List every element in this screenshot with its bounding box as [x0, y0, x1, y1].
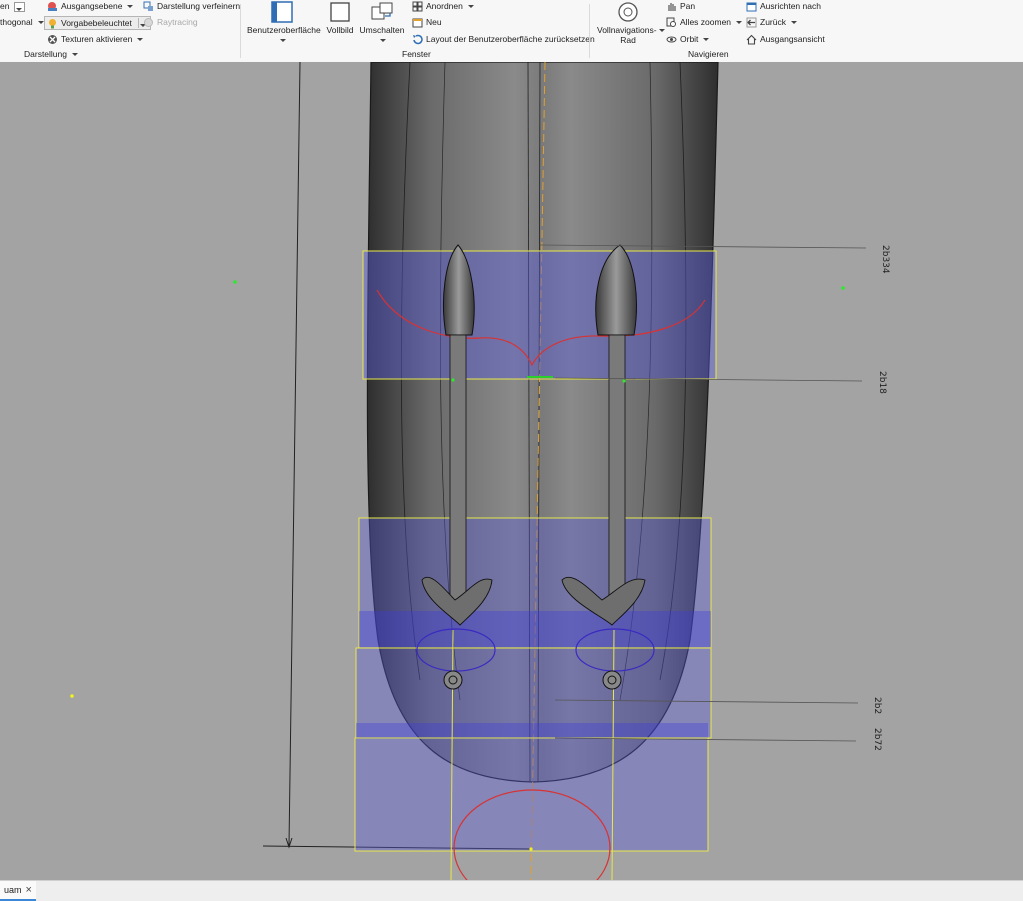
ausrichten-nach-button[interactable]: Ausrichten nach — [746, 1, 821, 12]
lighting-dropdown[interactable]: Vorgabebeleuchtet — [44, 16, 151, 30]
dimension-label[interactable]: 2b334 — [880, 245, 890, 274]
orbit-icon — [666, 36, 677, 43]
layout-reset-button[interactable]: Layout der Benutzeroberfläche zurücksetz… — [412, 34, 595, 45]
home-icon — [746, 34, 757, 45]
ausgangsansicht-label: Ausgangsansicht — [760, 34, 825, 44]
orbit-button[interactable]: Orbit — [666, 34, 710, 45]
light-bulb-icon — [49, 18, 56, 28]
sketch-point[interactable] — [70, 694, 74, 698]
graphics-viewport[interactable]: 2b334 2b18 2b2 2b72 — [0, 62, 1023, 880]
ribbon-item-cut[interactable]: en — [0, 1, 26, 12]
refine-display-icon — [143, 1, 153, 11]
sketch-point[interactable] — [622, 379, 626, 383]
dimension-label[interactable]: 2b18 — [877, 371, 887, 394]
pan-button[interactable]: Pan — [666, 1, 695, 12]
zoom-all-icon — [666, 17, 676, 27]
selection-band — [356, 723, 708, 739]
ausgangsansicht-button[interactable]: Ausgangsansicht — [746, 34, 825, 45]
ribbon-separator — [589, 4, 590, 58]
darstellung-verfeinern-label: Darstellung verfeinern — [157, 1, 241, 11]
texturen-label: Texturen aktivieren — [61, 34, 133, 44]
lighting-label: Vorgabebeleuchtet — [61, 17, 132, 28]
benutzeroberflaeche-button[interactable]: Benutzeroberfläche — [247, 1, 321, 45]
raytracing-label: Raytracing — [157, 17, 198, 27]
alles-zoomen-label: Alles zoomen — [680, 17, 732, 27]
group-darstellung-label: Darstellung — [24, 49, 67, 59]
fin-left-bolt[interactable] — [443, 670, 463, 690]
group-navigieren: Navigieren — [688, 49, 729, 59]
projection-dropdown[interactable]: thogonal — [0, 17, 44, 28]
ausgangsebene-label: Ausgangsebene — [61, 1, 123, 11]
zurueck-button[interactable]: Zurück — [746, 17, 797, 28]
neu-button[interactable]: Neu — [412, 17, 442, 28]
projection-label: thogonal — [0, 17, 33, 27]
document-tab-label: uam — [4, 885, 22, 895]
dimension-label[interactable]: 2b72 — [872, 728, 882, 751]
layout-reset-label: Layout der Benutzeroberfläche zurücksetz… — [426, 34, 595, 44]
ribbon: en Ausgangsebene Darstellung verfeinern … — [0, 0, 1023, 63]
close-icon[interactable]: × — [26, 884, 32, 896]
alles-zoomen-button[interactable]: Alles zoomen — [666, 17, 743, 28]
ausgangsebene-button[interactable]: Ausgangsebene — [47, 1, 134, 12]
darstellung-verfeinern-button[interactable]: Darstellung verfeinern — [143, 1, 240, 12]
orbit-label: Orbit — [680, 34, 699, 44]
umschalten-label: Umschalten — [359, 25, 405, 35]
dropdown-box[interactable] — [14, 1, 26, 12]
pan-hand-icon — [668, 3, 676, 11]
vollnavigationsrad-label-1: Vollnavigations- — [597, 25, 657, 35]
reset-layout-icon — [413, 34, 423, 45]
benutzeroberflaeche-label: Benutzeroberfläche — [247, 25, 321, 35]
ausrichten-nach-label: Ausrichten nach — [760, 1, 821, 11]
texturen-button[interactable]: Texturen aktivieren — [47, 34, 144, 45]
model-canvas[interactable]: 2b334 2b18 2b2 2b72 — [0, 62, 1023, 880]
umschalten-button[interactable]: Umschalten — [359, 1, 405, 45]
group-navigieren-label: Navigieren — [688, 49, 729, 59]
pan-label: Pan — [680, 1, 696, 11]
selection-box-bottom[interactable] — [354, 737, 709, 852]
texture-icon — [48, 35, 57, 44]
arrange-icon — [412, 1, 423, 12]
sketch-point[interactable] — [233, 280, 237, 284]
fullscreen-icon — [330, 2, 350, 22]
dimension-label[interactable]: 2b2 — [872, 697, 882, 714]
vollnavigationsrad-label-2: Rad — [620, 35, 636, 45]
user-interface-icon — [271, 1, 293, 23]
anordnen-label: Anordnen — [426, 1, 463, 11]
group-darstellung[interactable]: Darstellung — [24, 49, 78, 59]
sketch-point[interactable] — [841, 286, 845, 290]
anordnen-button[interactable]: Anordnen — [412, 1, 474, 12]
fin-left-strut[interactable] — [449, 334, 467, 601]
fin-right-bolt[interactable] — [602, 670, 622, 690]
sketch-point[interactable] — [451, 378, 455, 382]
raytracing-icon — [144, 18, 153, 27]
new-window-icon — [412, 18, 423, 28]
group-fenster: Fenster — [402, 49, 431, 59]
document-tab-bar: uam × — [0, 880, 1023, 901]
ribbon-item-cut-label: en — [0, 1, 10, 11]
fin-right-strut[interactable] — [608, 334, 626, 601]
vollbild-label: Vollbild — [326, 25, 354, 35]
document-tab[interactable]: uam × — [0, 881, 36, 901]
selection-box-upper[interactable] — [362, 250, 717, 380]
back-arrow-icon — [746, 17, 757, 28]
vollbild-button[interactable]: Vollbild — [323, 1, 357, 35]
ground-plane-icon — [48, 2, 57, 11]
navigation-wheel-icon — [618, 2, 638, 22]
sketch-point[interactable] — [529, 847, 533, 851]
group-fenster-label: Fenster — [402, 49, 431, 59]
switch-window-icon — [371, 2, 393, 20]
look-at-icon — [746, 2, 757, 12]
ribbon-separator — [240, 4, 241, 58]
zurueck-label: Zurück — [760, 17, 786, 27]
neu-label: Neu — [426, 17, 442, 27]
vollnavigationsrad-button[interactable]: Vollnavigations- Rad — [597, 1, 665, 45]
raytracing-button[interactable]: Raytracing — [143, 17, 198, 28]
selection-band — [359, 611, 711, 647]
